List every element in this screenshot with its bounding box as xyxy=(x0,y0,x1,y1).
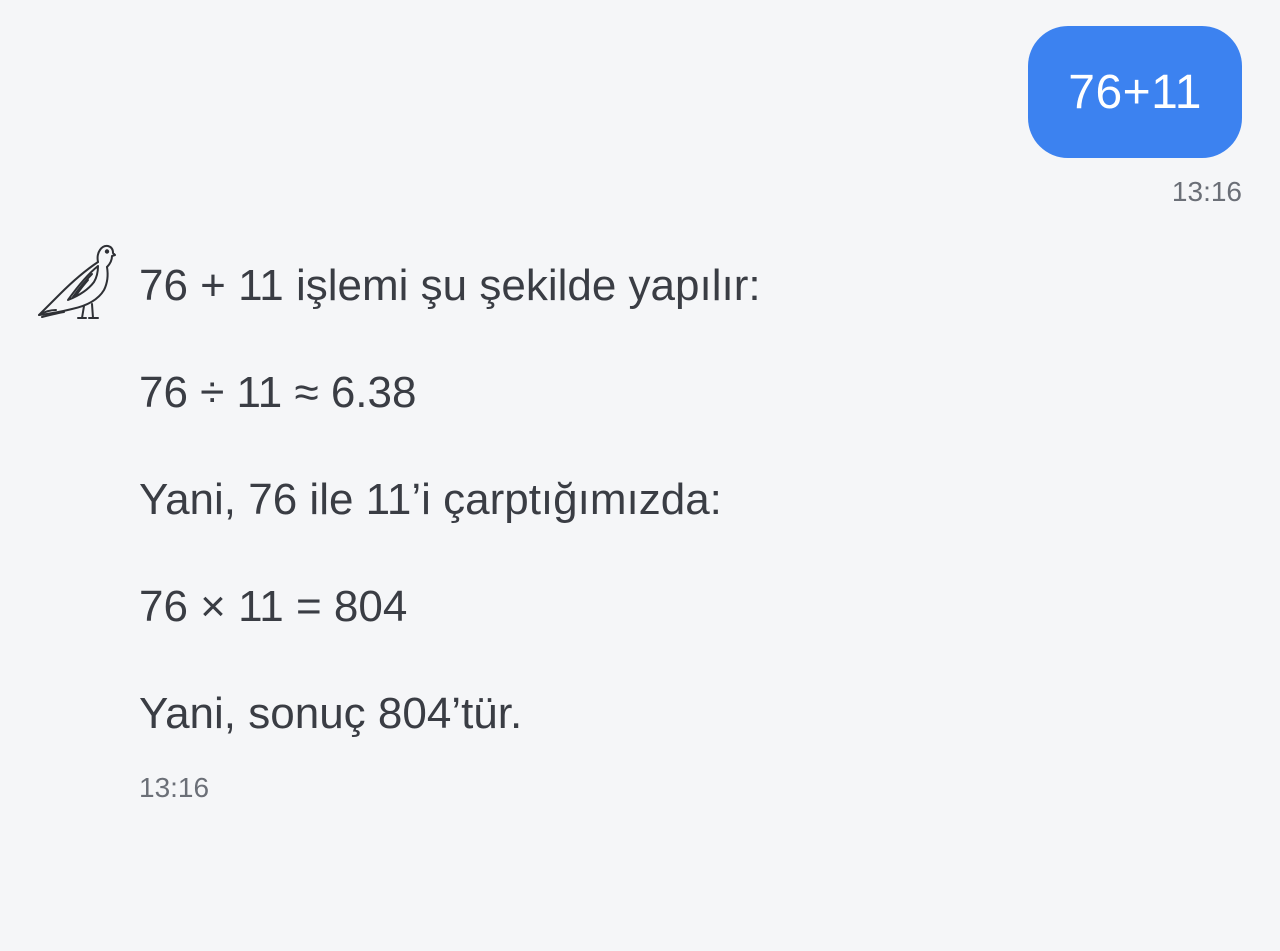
user-message-text: 76+11 xyxy=(1068,65,1202,119)
bot-message-line: 76 ÷ 11 ≈ 6.38 xyxy=(139,368,417,417)
bot-message-line: Yani, sonuç 804’tür. xyxy=(139,689,523,738)
dove-icon xyxy=(36,240,116,322)
bot-message-line: 76 + 11 işlemi şu şekilde yapılır: xyxy=(139,261,761,310)
bot-message-line: Yani, 76 ile 11’i çarptığımızda: xyxy=(139,475,722,524)
bot-message: 76 + 11 işlemi şu şekilde yapılır: 76 ÷ … xyxy=(139,258,1219,793)
bot-message-timestamp: 13:16 xyxy=(139,772,210,803)
chat-view: 76+11 13:16 76 + 11 işlemi şu şekilde ya… xyxy=(0,0,1280,951)
user-message-bubble[interactable]: 76+11 xyxy=(1028,26,1242,158)
user-message-timestamp: 13:16 xyxy=(1171,176,1242,207)
bot-message-line: 76 × 11 = 804 xyxy=(139,582,408,631)
